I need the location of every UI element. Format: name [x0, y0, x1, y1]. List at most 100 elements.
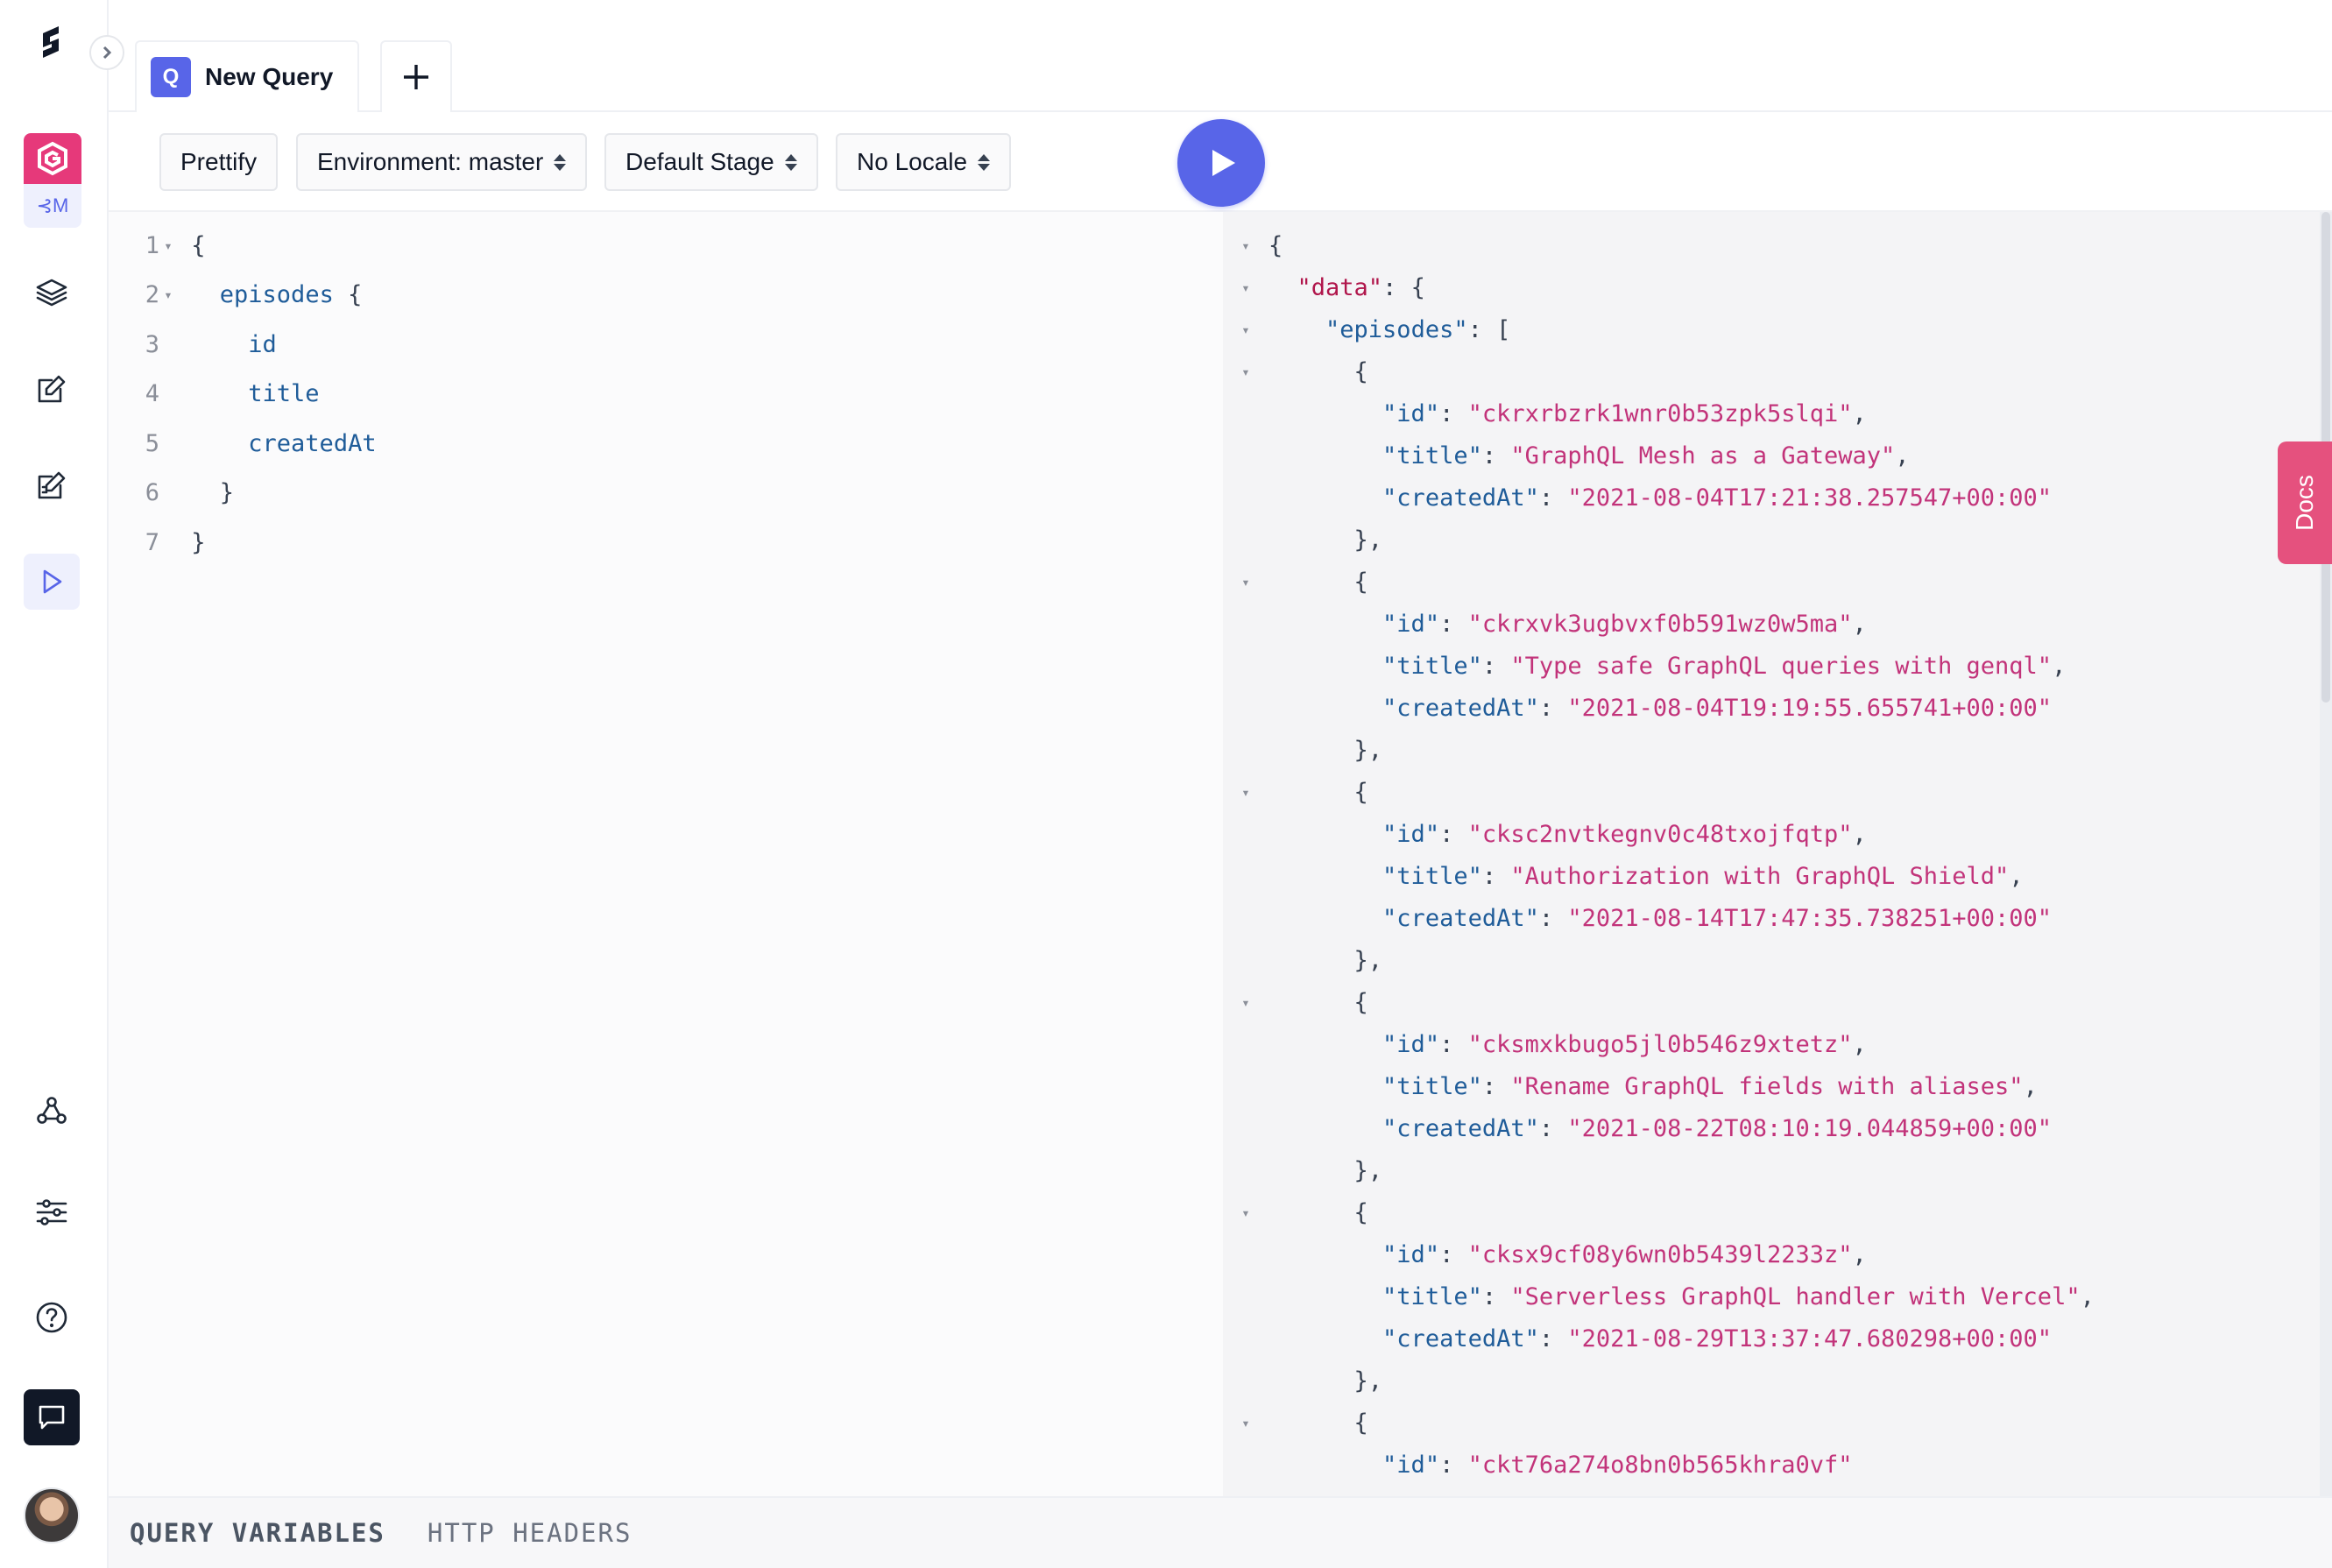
query-line: 3 id [109, 323, 1223, 365]
environment-select[interactable]: Environment: master [296, 133, 588, 191]
json-key: "createdAt" [1382, 694, 1539, 722]
query-line: 4 title [109, 373, 1223, 415]
result-line: ▾ "episodes": [ [1223, 308, 2320, 350]
query-badge: Q [151, 57, 191, 97]
run-query-button[interactable] [1177, 119, 1265, 207]
logo-icon[interactable] [24, 16, 80, 72]
project-switcher[interactable]: ⊰M [24, 133, 81, 228]
stage-select[interactable]: Default Stage [604, 133, 818, 191]
webhook-icon [37, 1097, 67, 1124]
tab-query-variables[interactable]: QUERY VARIABLES [130, 1518, 385, 1548]
bottom-panel: QUERY VARIABLES HTTP HEADERS [109, 1496, 2332, 1568]
result-text: "title": "Serverless GraphQL handler wit… [1382, 1282, 2095, 1310]
json-string: "2021-08-04T19:19:55.655741+00:00" [1567, 694, 2053, 722]
json-string: "Type safe GraphQL queries with genql" [1510, 652, 2053, 680]
json-brace: { [1268, 1409, 1368, 1437]
expand-sidebar-button[interactable] [89, 35, 124, 70]
help-nav-button[interactable] [24, 1289, 80, 1346]
fold-arrow-icon: ▾ [1241, 573, 1250, 590]
fold-arrow-icon: ▾ [1241, 321, 1250, 338]
webhooks-nav-button[interactable] [24, 1083, 80, 1139]
api-playground-nav-button[interactable] [24, 554, 80, 610]
query-brace: } [219, 479, 235, 506]
result-viewer[interactable]: ▾{▾ "data": {▾ "episodes": [▾ { "id": "c… [1223, 212, 2320, 1496]
result-line: "title": "Type safe GraphQL queries with… [1223, 645, 2320, 687]
result-line: ▾ { [1223, 1402, 2320, 1444]
docs-label: Docs [2291, 475, 2319, 531]
result-line: "createdAt": "2021-08-04T19:19:55.655741… [1223, 687, 2320, 729]
left-sidebar: ⊰M [0, 0, 124, 1568]
result-text: }, [1268, 1367, 1383, 1395]
schema-nav-button[interactable] [24, 265, 80, 321]
json-string: "2021-08-22T08:10:19.044859+00:00" [1567, 1114, 2053, 1142]
chat-icon [39, 1405, 65, 1430]
json-string: "cksmxkbugo5jl0b546z9xtetz" [1467, 1030, 1853, 1058]
avatar[interactable] [24, 1487, 80, 1543]
fold-arrow-icon: ▾ [1241, 363, 1250, 380]
locale-select[interactable]: No Locale [836, 133, 1012, 191]
result-text: "episodes": [ [1268, 316, 1510, 343]
result-text: { [1268, 989, 1368, 1016]
result-text: { [1268, 232, 1283, 259]
result-line: "createdAt": "2021-08-22T08:10:19.044859… [1223, 1107, 2320, 1149]
json-key: "id" [1382, 1451, 1440, 1479]
json-brace: : [ [1467, 315, 1511, 343]
result-line: "title": "Authorization with GraphQL Shi… [1223, 855, 2320, 897]
json-key: "title" [1382, 652, 1482, 680]
result-line: ▾{ [1223, 224, 2320, 266]
query-text: episodes { [219, 281, 363, 308]
query-text: id [177, 331, 277, 358]
json-brace: }, [1268, 946, 1383, 974]
result-text: }, [1268, 526, 1383, 554]
tab-http-headers[interactable]: HTTP HEADERS [428, 1518, 632, 1548]
json-brace: { [1268, 357, 1368, 385]
graphql-playground: ⊰M Q New Query Prettify Environment: mas… [0, 0, 2332, 1568]
assets-nav-button[interactable] [24, 457, 80, 513]
docs-button[interactable]: Docs [2278, 441, 2332, 564]
json-brace: { [1268, 1198, 1368, 1226]
result-text: { [1268, 779, 1368, 806]
content-nav-button[interactable] [24, 361, 80, 417]
chat-button[interactable] [24, 1389, 80, 1445]
result-line: ▾ { [1223, 771, 2320, 813]
line-number: 1 [145, 231, 159, 259]
json-key: "createdAt" [1382, 1114, 1539, 1142]
query-field: title [248, 380, 320, 407]
json-string: "Serverless GraphQL handler with Vercel" [1510, 1282, 2081, 1310]
edit-list-icon [38, 471, 66, 499]
json-key: "title" [1382, 862, 1482, 890]
json-string: "ckt76a274o8bn0b565khra0vf" [1467, 1451, 1853, 1479]
line-number: 6 [145, 479, 159, 506]
result-line: "id": "cksx9cf08y6wn0b5439l2233z", [1223, 1233, 2320, 1275]
add-tab-button[interactable] [380, 40, 452, 112]
result-text: "createdAt": "2021-08-04T17:21:38.257547… [1382, 484, 2053, 512]
chevron-right-icon [102, 46, 112, 60]
result-line: "createdAt": "2021-08-29T13:37:47.680298… [1223, 1317, 2320, 1360]
fold-arrow-icon: ▾ [164, 286, 173, 303]
fold-arrow-icon: ▾ [1241, 1204, 1250, 1221]
json-key: "title" [1382, 1282, 1482, 1310]
line-number: 4 [145, 380, 159, 407]
settings-nav-button[interactable] [24, 1184, 80, 1240]
tab-new-query[interactable]: Q New Query [135, 40, 359, 112]
sliders-icon [36, 1199, 67, 1225]
fold-arrow-icon: ▾ [1241, 993, 1250, 1011]
json-key: "episodes" [1325, 315, 1468, 343]
query-editor[interactable]: 1 ▾ {2 ▾ episodes {3 id 4 title 5 createdAt 6… [109, 212, 1223, 1496]
result-text: "createdAt": "2021-08-14T17:47:35.738251… [1382, 904, 2053, 932]
result-text: "title": "GraphQL Mesh as a Gateway", [1382, 441, 1910, 470]
json-string: "2021-08-04T17:21:38.257547+00:00" [1567, 484, 2053, 512]
json-brace: { [1268, 568, 1368, 596]
toolbar: Prettify Environment: master Default Sta… [109, 112, 2332, 212]
query-line: 5 createdAt [109, 422, 1223, 464]
json-brace: { [1268, 988, 1368, 1016]
query-field: createdAt [248, 429, 377, 457]
result-line: "title": "GraphQL Mesh as a Gateway", [1223, 434, 2320, 477]
line-number: 7 [145, 528, 159, 556]
sort-arrows-icon [784, 153, 797, 171]
prettify-button[interactable]: Prettify [159, 133, 279, 191]
result-line: }, [1223, 1360, 2320, 1402]
json-string: "Authorization with GraphQL Shield" [1510, 862, 2010, 890]
result-text: "id": "ckrxrbzrk1wnr0b53zpk5slqi", [1382, 399, 1867, 427]
result-line: }, [1223, 519, 2320, 561]
